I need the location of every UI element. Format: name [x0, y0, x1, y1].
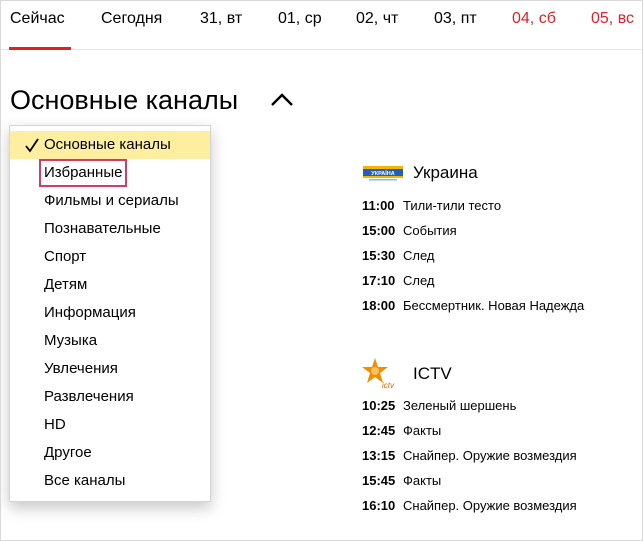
menu-item-movies-series[interactable]: Фильмы и сериалы	[10, 187, 210, 215]
checkmark-icon	[25, 138, 39, 153]
program-row[interactable]: 13:15 Снайпер. Оружие возмездия	[361, 446, 641, 466]
menu-item-entertainment[interactable]: Развлечения	[10, 383, 210, 411]
menu-item-favorites[interactable]: Избранные	[10, 159, 210, 187]
menu-item-kids[interactable]: Детям	[10, 271, 210, 299]
menu-item-label: Основные каналы	[44, 136, 171, 153]
menu-item-label: Все каналы	[44, 472, 126, 489]
program-title: Факты	[403, 473, 442, 488]
menu-item-label: HD	[44, 416, 66, 433]
menu-item-label: Музыка	[44, 332, 98, 349]
menu-item-other[interactable]: Другое	[10, 439, 210, 467]
channel-block-ictv: ictv ICTV 10:25 Зеленый шершень 12:45 Фа…	[361, 357, 641, 522]
menu-item-label: Познавательные	[44, 220, 161, 237]
ukraina-logo-icon: УКРАЇНА	[363, 166, 403, 181]
menu-item-news[interactable]: Информация	[10, 299, 210, 327]
channel-name[interactable]: Украина	[413, 162, 478, 184]
menu-item-hd[interactable]: HD	[10, 411, 210, 439]
menu-item-label: Избранные	[38, 159, 128, 187]
program-title: Бессмертник. Новая Надежда	[403, 298, 585, 313]
program-row[interactable]: 18:00 Бессмертник. Новая Надежда	[361, 296, 641, 316]
program-time: 15:30	[362, 248, 396, 263]
program-row[interactable]: 15:30 След	[361, 246, 641, 266]
menu-item-label: Спорт	[44, 248, 87, 265]
ukraina-logo-text: УКРАЇНА	[371, 170, 394, 177]
program-time: 10:25	[362, 398, 396, 413]
channel-group-dropdown: Основные каналы Избранные Фильмы и сериа…	[9, 125, 211, 502]
program-row[interactable]: 12:45 Факты	[361, 421, 641, 441]
tv-guide-page: Сейчас Сегодня 31, вт 01, ср 02, чт 03, …	[0, 0, 643, 541]
menu-item-label: Увлечения	[44, 360, 118, 377]
tab-day-05[interactable]: 05, вс	[591, 9, 634, 29]
program-row[interactable]: 15:45 Факты	[361, 471, 641, 491]
chevron-up-icon[interactable]	[269, 89, 295, 111]
tab-day-31[interactable]: 31, вт	[200, 9, 242, 29]
program-time: 12:45	[362, 423, 396, 438]
program-time: 15:00	[362, 223, 396, 238]
tab-day-03[interactable]: 03, пт	[434, 9, 477, 29]
menu-item-label: Информация	[44, 304, 136, 321]
day-tabs: Сейчас Сегодня 31, вт 01, ср 02, чт 03, …	[1, 1, 642, 50]
program-title: Факты	[403, 423, 442, 438]
menu-item-sport[interactable]: Спорт	[10, 243, 210, 271]
program-row[interactable]: 10:25 Зеленый шершень	[361, 396, 641, 416]
program-title: Снайпер. Оружие возмездия	[403, 498, 577, 513]
program-title: След	[403, 273, 435, 288]
ictv-logo-icon: ictv	[362, 358, 395, 390]
program-time: 18:00	[362, 298, 396, 313]
program-row[interactable]: 11:00 Тили-тили тесто	[361, 196, 641, 216]
tab-day-02[interactable]: 02, чт	[356, 9, 398, 29]
program-time: 13:15	[362, 448, 396, 463]
program-row[interactable]: 16:10 Снайпер. Оружие возмездия	[361, 496, 641, 516]
program-row[interactable]: 17:10 След	[361, 271, 641, 291]
program-row[interactable]: 15:00 События	[361, 221, 641, 241]
program-title: След	[403, 248, 435, 263]
tab-day-01[interactable]: 01, ср	[278, 9, 322, 29]
menu-item-educational[interactable]: Познавательные	[10, 215, 210, 243]
menu-item-all-channels[interactable]: Все каналы	[10, 467, 210, 495]
tab-day-04[interactable]: 04, сб	[512, 9, 556, 29]
menu-item-label: Детям	[44, 276, 88, 293]
menu-item-label: Другое	[44, 444, 92, 461]
program-time: 15:45	[362, 473, 396, 488]
menu-item-label: Фильмы и сериалы	[44, 192, 179, 209]
program-title: Зеленый шершень	[403, 398, 517, 413]
channel-name[interactable]: ICTV	[413, 363, 452, 385]
active-tab-indicator	[9, 47, 71, 50]
program-time: 17:10	[362, 273, 396, 288]
menu-item-main-channels[interactable]: Основные каналы	[10, 131, 210, 159]
program-title: События	[403, 223, 457, 238]
program-title: Тили-тили тесто	[403, 198, 502, 213]
ictv-logo-text: ictv	[382, 381, 395, 390]
menu-item-label: Развлечения	[44, 388, 134, 405]
program-time: 16:10	[362, 498, 396, 513]
channel-group-title[interactable]: Основные каналы	[10, 83, 238, 117]
channel-block-ukraina: УКРАЇНА Украина 11:00 Тили-тили тесто 15…	[361, 161, 641, 321]
tab-today[interactable]: Сегодня	[101, 9, 162, 29]
menu-item-hobbies[interactable]: Увлечения	[10, 355, 210, 383]
program-title: Снайпер. Оружие возмездия	[403, 448, 577, 463]
program-time: 11:00	[362, 198, 395, 213]
menu-item-music[interactable]: Музыка	[10, 327, 210, 355]
tab-now[interactable]: Сейчас	[10, 9, 65, 29]
